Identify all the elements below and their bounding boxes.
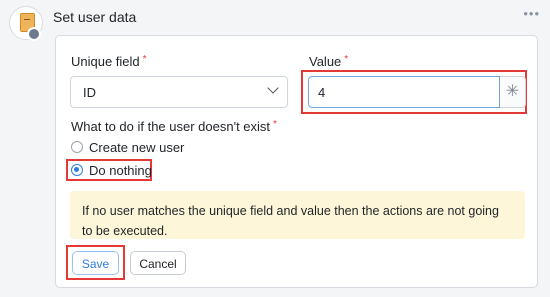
- save-button[interactable]: Save: [72, 251, 119, 275]
- info-notice: If no user matches the unique field and …: [70, 191, 525, 239]
- unique-field-selected-value: ID: [83, 85, 96, 100]
- required-mark: *: [344, 54, 349, 65]
- step-config-card: Unique field* Value* ID ✳ What to do if …: [55, 35, 538, 288]
- value-input[interactable]: [308, 76, 500, 108]
- cancel-button[interactable]: Cancel: [130, 251, 186, 275]
- asterisk-formula-icon[interactable]: ✳: [500, 76, 526, 108]
- required-mark: *: [273, 119, 277, 130]
- value-label: Value *: [309, 54, 349, 69]
- create-new-user-label[interactable]: Create new user: [89, 140, 184, 155]
- nonexistent-user-label: What to do if the user doesn't exist *: [71, 119, 277, 134]
- radio-create-new-user[interactable]: [71, 141, 83, 153]
- more-options-icon[interactable]: •••: [523, 6, 540, 21]
- unique-field-select[interactable]: ID: [70, 76, 288, 108]
- unique-field-label: Unique field *: [71, 54, 147, 69]
- user-icon: [27, 27, 41, 41]
- step-avatar: [9, 6, 43, 41]
- required-mark: *: [142, 54, 147, 65]
- radio-do-nothing[interactable]: [71, 164, 83, 176]
- do-nothing-label[interactable]: Do nothing: [89, 163, 152, 178]
- chevron-down-icon: [267, 82, 279, 94]
- step-title: Set user data: [53, 9, 137, 25]
- notice-text: If no user matches the unique field and …: [82, 204, 499, 238]
